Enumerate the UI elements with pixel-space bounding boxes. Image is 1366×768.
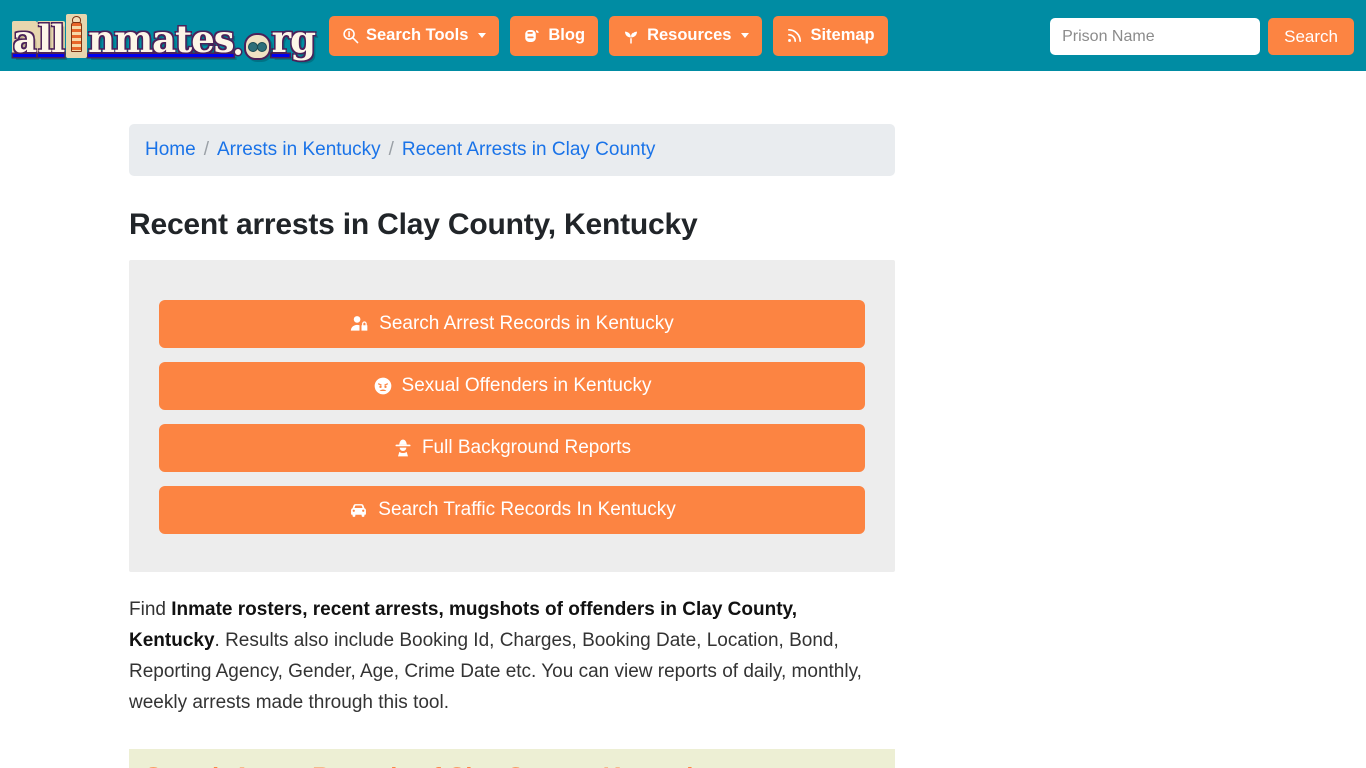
site-logo[interactable]: a ll nmates rg bbox=[12, 10, 316, 62]
seedling-icon bbox=[622, 27, 640, 45]
breadcrumb-item-recent-arrests-in-clay-county[interactable]: Recent Arrests in Clay County bbox=[402, 139, 655, 161]
search-submit-button[interactable]: Search bbox=[1268, 18, 1354, 55]
blogger-icon bbox=[523, 27, 541, 45]
logo-letters-nmates: nmates bbox=[88, 16, 234, 61]
logo-dot-icon bbox=[234, 48, 241, 55]
nav-resources-label: Resources bbox=[647, 26, 732, 44]
header-search: Search bbox=[1050, 18, 1354, 55]
search-circle-icon bbox=[342, 27, 359, 44]
logo-prisoner-icon bbox=[66, 13, 88, 58]
nav-search-tools-button[interactable]: Search Tools bbox=[328, 15, 500, 56]
logo-letters-rg: rg bbox=[271, 16, 316, 61]
site-logo-text: a ll nmates rg bbox=[12, 13, 316, 61]
description-lead: Find bbox=[129, 599, 172, 620]
full-background-reports-label: Full Background Reports bbox=[421, 437, 632, 458]
logo-letter-a: a bbox=[12, 16, 37, 61]
prison-name-search-input[interactable] bbox=[1050, 18, 1261, 55]
logo-skull-icon bbox=[243, 32, 271, 60]
page-description: Find Inmate rosters, recent arrests, mug… bbox=[129, 594, 889, 718]
description-rest: . Results also include Booking Id, Charg… bbox=[129, 630, 862, 713]
nav-blog-button[interactable]: Blog bbox=[510, 15, 599, 56]
nav-resources-button[interactable]: Resources bbox=[609, 15, 763, 56]
section-band: Search Arrest Records of Clay County, Ke… bbox=[129, 749, 895, 768]
page-title: Recent arrests in Clay County, Kentucky bbox=[129, 208, 698, 241]
sexual-offenders-label: Sexual Offenders in Kentucky bbox=[401, 375, 652, 396]
angry-face-icon bbox=[373, 376, 393, 396]
search-traffic-records-label: Search Traffic Records In Kentucky bbox=[378, 499, 676, 520]
breadcrumb: Home / Arrests in Kentucky / Recent Arre… bbox=[129, 124, 895, 176]
section-heading: Search Arrest Records of Clay County, Ke… bbox=[145, 763, 714, 768]
site-header: a ll nmates rg Search Tools Blog Resourc… bbox=[0, 0, 1366, 71]
search-traffic-records-button[interactable]: Search Traffic Records In Kentucky bbox=[159, 486, 865, 534]
user-lock-icon bbox=[350, 314, 370, 334]
nav-sitemap-label: Sitemap bbox=[810, 26, 875, 44]
nav-blog-label: Blog bbox=[548, 26, 586, 44]
cta-panel: Search Arrest Records in Kentucky Sexual… bbox=[129, 260, 895, 572]
main-navigation: Search Tools Blog Resources Sitemap bbox=[328, 15, 888, 56]
logo-letters-ll: ll bbox=[36, 16, 65, 61]
breadcrumb-separator: / bbox=[203, 139, 209, 160]
breadcrumb-separator: / bbox=[388, 139, 394, 160]
nav-search-tools-label: Search Tools bbox=[365, 26, 469, 44]
full-background-reports-button[interactable]: Full Background Reports bbox=[159, 424, 865, 472]
search-arrest-records-label: Search Arrest Records in Kentucky bbox=[379, 313, 674, 334]
search-arrest-records-button[interactable]: Search Arrest Records in Kentucky bbox=[159, 300, 865, 348]
breadcrumb-item-home[interactable]: Home bbox=[145, 139, 196, 161]
breadcrumb-item-arrests-in-kentucky[interactable]: Arrests in Kentucky bbox=[217, 139, 381, 161]
sexual-offenders-button[interactable]: Sexual Offenders in Kentucky bbox=[159, 362, 865, 410]
nav-sitemap-button[interactable]: Sitemap bbox=[773, 15, 888, 56]
chevron-down-icon bbox=[741, 33, 750, 38]
main-container: Home / Arrests in Kentucky / Recent Arre… bbox=[129, 71, 895, 768]
car-icon bbox=[348, 500, 369, 521]
user-secret-icon bbox=[393, 438, 413, 458]
rss-icon bbox=[786, 27, 803, 44]
chevron-down-icon bbox=[478, 33, 487, 38]
